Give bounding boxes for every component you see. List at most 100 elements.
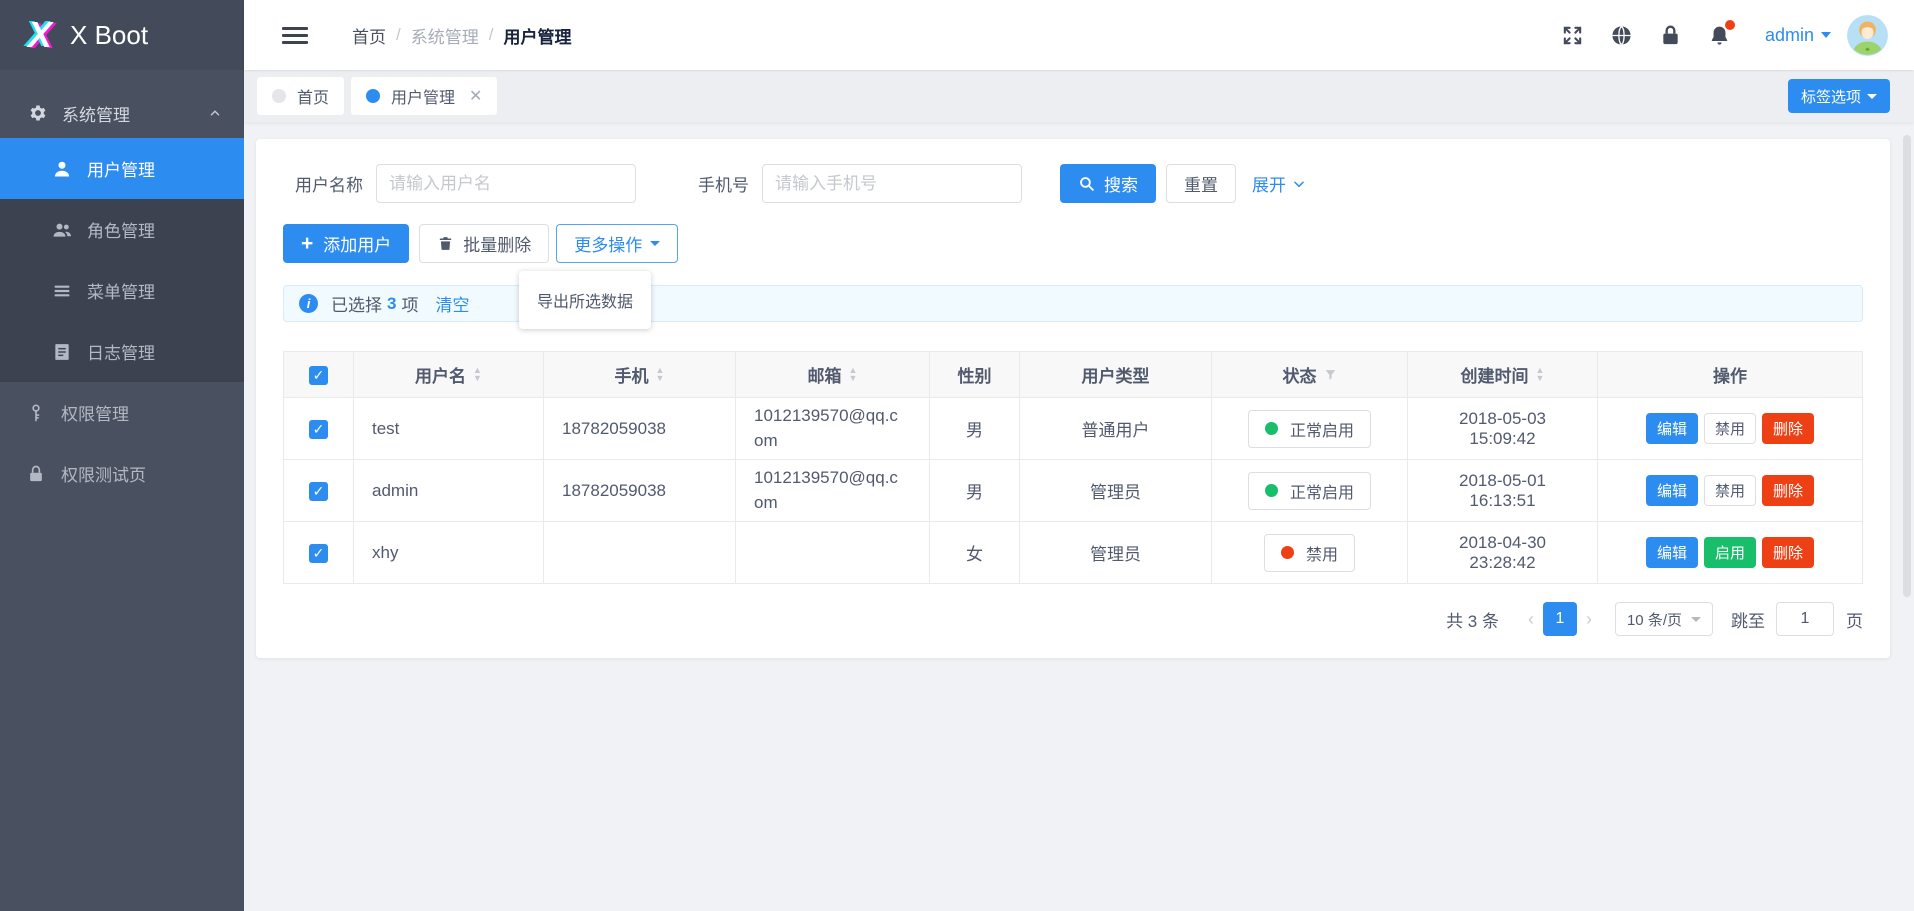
phone-input[interactable] [762, 164, 1022, 203]
row-action-button[interactable]: 禁用 [1704, 475, 1756, 506]
info-circle-icon: i [299, 294, 318, 313]
top-header: 首页 / 系统管理 / 用户管理 [244, 0, 1914, 70]
more-actions-dropdown: 导出所选数据 [519, 271, 651, 329]
more-actions-button[interactable]: 更多操作 [556, 224, 678, 263]
status-label: 正常启用 [1290, 479, 1354, 503]
users-table: ✓ 用户名▲▼ 手机▲▼ 邮箱▲▼ 性别 用户类型 状态 创建时间▲▼ 操作 ✓… [283, 351, 1863, 584]
row-select-cell: ✓ [284, 522, 354, 584]
sort-icon[interactable]: ▲▼ [473, 367, 482, 381]
hamburger-menu-icon[interactable] [282, 23, 308, 48]
batch-delete-button[interactable]: 批量删除 [419, 224, 549, 263]
chevron-down-icon [1691, 617, 1701, 622]
row-action-button[interactable]: 启用 [1704, 537, 1756, 568]
page-size-value: 10 条/页 [1627, 609, 1682, 630]
sort-icon[interactable]: ▲▼ [656, 367, 665, 381]
fullscreen-icon[interactable] [1561, 24, 1584, 47]
sidebar-item-log-management[interactable]: 日志管理 [0, 321, 244, 382]
header-actions: admin [1535, 15, 1888, 56]
sidebar-item-user-management[interactable]: 用户管理 [0, 138, 244, 199]
table-row: ✓xhy女管理员禁用2018-04-30 23:28:42编辑启用删除 [284, 522, 1863, 584]
reset-button[interactable]: 重置 [1166, 164, 1236, 203]
sidebar-item-label: 用户管理 [87, 156, 155, 181]
page-number-button[interactable]: 1 [1543, 602, 1577, 636]
row-action-button[interactable]: 编辑 [1646, 413, 1698, 444]
cell-actions: 编辑禁用删除 [1598, 460, 1863, 522]
username-input[interactable] [376, 164, 636, 203]
selection-count: 3 [387, 294, 396, 314]
row-checkbox[interactable]: ✓ [309, 420, 328, 439]
lock-icon[interactable] [1659, 24, 1682, 47]
close-icon[interactable]: ✕ [469, 86, 482, 106]
dropdown-item-export[interactable]: 导出所选数据 [519, 278, 651, 322]
add-user-label: 添加用户 [323, 231, 391, 256]
page-content: 用户名称 手机号 搜索 重置 展开 [244, 122, 1914, 911]
status-badge: 禁用 [1264, 534, 1355, 572]
user-icon [52, 159, 72, 179]
row-action-button[interactable]: 删除 [1762, 475, 1814, 506]
cell-email: 1012139570@qq.com [736, 460, 930, 522]
sidebar-group-system[interactable]: 系统管理 [0, 88, 244, 138]
breadcrumb-home[interactable]: 首页 [352, 23, 386, 48]
cell-status: 禁用 [1212, 522, 1408, 584]
chevron-left-icon[interactable]: ‹ [1528, 609, 1534, 630]
user-menu[interactable]: admin [1765, 25, 1831, 46]
sidebar-item-role-management[interactable]: 角色管理 [0, 199, 244, 260]
row-action-button[interactable]: 禁用 [1704, 413, 1756, 444]
add-user-button[interactable]: + 添加用户 [283, 224, 409, 263]
page-suffix-label: 页 [1846, 607, 1863, 632]
row-checkbox[interactable]: ✓ [309, 482, 328, 501]
chevron-right-icon[interactable]: › [1586, 609, 1592, 630]
globe-icon[interactable] [1610, 24, 1633, 47]
gear-icon [28, 103, 48, 123]
expand-link-label: 展开 [1252, 171, 1286, 196]
row-action-button[interactable]: 编辑 [1646, 475, 1698, 506]
cell-user-type: 普通用户 [1020, 398, 1212, 460]
clear-selection-link[interactable]: 清空 [435, 291, 469, 316]
search-form: 用户名称 手机号 搜索 重置 展开 [283, 164, 1863, 203]
page-size-select[interactable]: 10 条/页 [1615, 602, 1713, 636]
search-button[interactable]: 搜索 [1060, 164, 1156, 203]
sidebar-item-menu-management[interactable]: 菜单管理 [0, 260, 244, 321]
cell-actions: 编辑禁用删除 [1598, 398, 1863, 460]
row-action-button[interactable]: 编辑 [1646, 537, 1698, 568]
row-action-button[interactable]: 删除 [1762, 413, 1814, 444]
sort-icon[interactable]: ▲▼ [1536, 367, 1545, 381]
breadcrumb-system[interactable]: 系统管理 [411, 23, 479, 48]
tag-home[interactable]: 首页 [257, 77, 344, 115]
column-header-email[interactable]: 邮箱▲▼ [736, 352, 930, 398]
column-header-username[interactable]: 用户名▲▼ [354, 352, 544, 398]
row-action-button[interactable]: 删除 [1762, 537, 1814, 568]
sidebar-item-permission-test[interactable]: 权限测试页 [0, 443, 244, 504]
users-icon [52, 220, 72, 240]
jump-page-input[interactable] [1776, 602, 1834, 636]
row-checkbox[interactable]: ✓ [309, 544, 328, 563]
column-header-status[interactable]: 状态 [1212, 352, 1408, 398]
status-label: 禁用 [1306, 541, 1338, 565]
cell-username: admin [354, 460, 544, 522]
expand-link[interactable]: 展开 [1252, 171, 1306, 196]
tag-user-management[interactable]: 用户管理 ✕ [351, 77, 497, 115]
column-header-created[interactable]: 创建时间▲▼ [1408, 352, 1598, 398]
avatar[interactable] [1847, 15, 1888, 56]
pagination: 共 3 条 ‹ 1 › 10 条/页 跳至 页 [283, 602, 1863, 636]
select-all-checkbox[interactable]: ✓ [309, 366, 328, 385]
bell-icon[interactable] [1708, 24, 1731, 47]
breadcrumb-current: 用户管理 [503, 23, 571, 48]
column-header-actions: 操作 [1598, 352, 1863, 398]
cell-phone: 18782059038 [544, 460, 736, 522]
user-management-card: 用户名称 手机号 搜索 重置 展开 [256, 139, 1890, 658]
scrollbar-thumb[interactable] [1903, 135, 1911, 597]
status-badge: 正常启用 [1248, 472, 1371, 510]
pagination-total: 共 3 条 [1446, 607, 1499, 632]
tags-options-label: 标签选项 [1801, 86, 1861, 107]
sort-icon[interactable]: ▲▼ [849, 367, 858, 381]
cell-actions: 编辑启用删除 [1598, 522, 1863, 584]
filter-funnel-icon[interactable] [1324, 368, 1337, 381]
app-root: X X Boot 系统管理 用户管理 角色管理 [0, 0, 1914, 911]
tags-options-button[interactable]: 标签选项 [1788, 79, 1890, 113]
column-header-phone[interactable]: 手机▲▼ [544, 352, 736, 398]
row-select-cell: ✓ [284, 398, 354, 460]
username-field-label: 用户名称 [295, 171, 363, 196]
search-icon [1078, 175, 1095, 192]
sidebar-item-permission-management[interactable]: 权限管理 [0, 382, 244, 443]
